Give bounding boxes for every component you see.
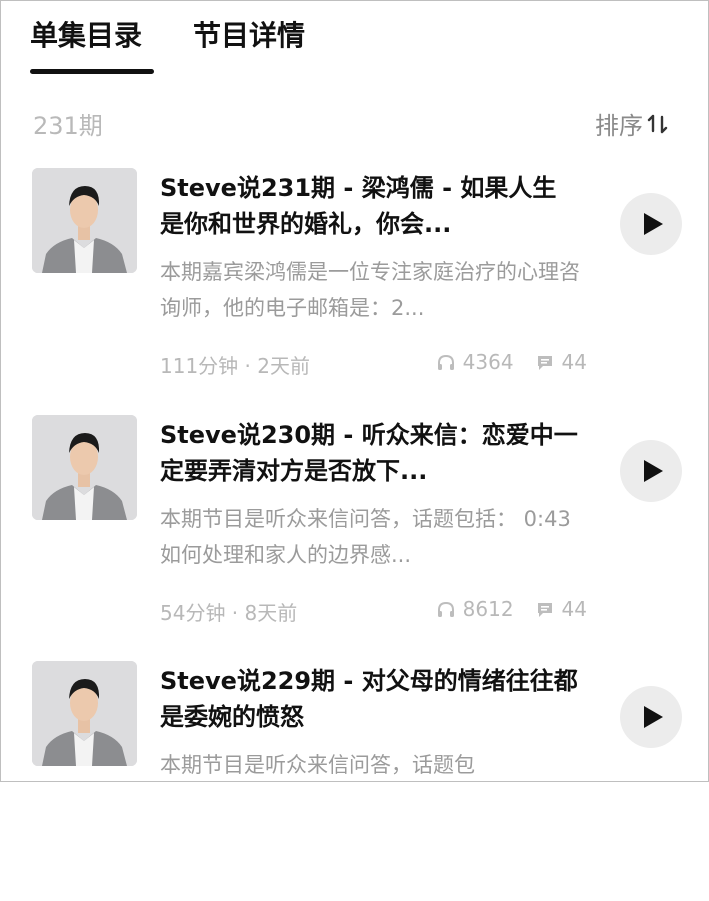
- episode-title: Steve说231期 - 梁鸿儒 - 如果人生是你和世界的婚礼，你会...: [160, 174, 557, 238]
- comment-icon: [536, 353, 554, 371]
- episode-item[interactable]: Steve说230期 - 听众来信：恋爱中一定要弄清对方是否放下... 本期节目…: [0, 415, 709, 655]
- headphones-icon: [437, 353, 455, 371]
- play-button[interactable]: [620, 440, 682, 502]
- comment-count: 44: [561, 597, 587, 621]
- play-icon: [644, 213, 663, 235]
- episode-meta: 54分钟 · 8天前: [160, 597, 297, 626]
- episode-title: Steve说230期 - 听众来信：恋爱中一定要弄清对方是否放下...: [160, 421, 578, 485]
- play-button[interactable]: [620, 193, 682, 255]
- comment-icon: [536, 600, 554, 618]
- episode-thumbnail: [32, 415, 137, 520]
- tab-program-details[interactable]: 节目详情: [193, 14, 305, 54]
- comment-count: 44: [561, 350, 587, 374]
- play-count: 4364: [462, 350, 514, 374]
- episode-time-ago: 8天前: [244, 601, 298, 625]
- episode-count: 231期: [33, 112, 103, 140]
- episode-title: Steve说229期 - 对父母的情绪往往都是委婉的愤怒: [160, 667, 578, 731]
- episode-item[interactable]: Steve说231期 - 梁鸿儒 - 如果人生是你和世界的婚礼，你会... 本期…: [0, 168, 709, 408]
- episode-stats: 8612 44: [437, 597, 587, 621]
- episode-description: 本期节目是听众来信问答，话题包括： 0:43 如何处理和家人的边界感...: [160, 507, 571, 567]
- sort-label: 排序: [595, 112, 643, 140]
- episode-stats: 4364 44: [437, 350, 587, 374]
- episode-duration: 111分钟: [160, 354, 239, 378]
- sort-arrows-icon: [647, 112, 669, 136]
- episode-meta: 111分钟 · 2天前: [160, 350, 310, 379]
- headphones-icon: [437, 600, 455, 618]
- tab-episode-list[interactable]: 单集目录: [30, 14, 142, 54]
- episode-thumbnail: [32, 661, 137, 766]
- play-icon: [644, 706, 663, 728]
- episode-description: 本期节目是听众来信问答，话题包: [160, 753, 475, 777]
- meta-separator: ·: [225, 601, 245, 625]
- episode-item[interactable]: Steve说229期 - 对父母的情绪往往都是委婉的愤怒 本期节目是听众来信问答…: [0, 661, 709, 901]
- play-icon: [644, 460, 663, 482]
- episode-description: 本期嘉宾梁鸿儒是一位专注家庭治疗的心理咨询师，他的电子邮箱是：2...: [160, 260, 580, 320]
- play-count: 8612: [462, 597, 514, 621]
- episode-duration: 54分钟: [160, 601, 226, 625]
- active-tab-indicator: [30, 69, 154, 74]
- episode-time-ago: 2天前: [257, 354, 310, 378]
- play-button[interactable]: [620, 686, 682, 748]
- episode-thumbnail: [32, 168, 137, 273]
- meta-separator: ·: [238, 354, 258, 378]
- sort-button[interactable]: 排序: [595, 106, 669, 141]
